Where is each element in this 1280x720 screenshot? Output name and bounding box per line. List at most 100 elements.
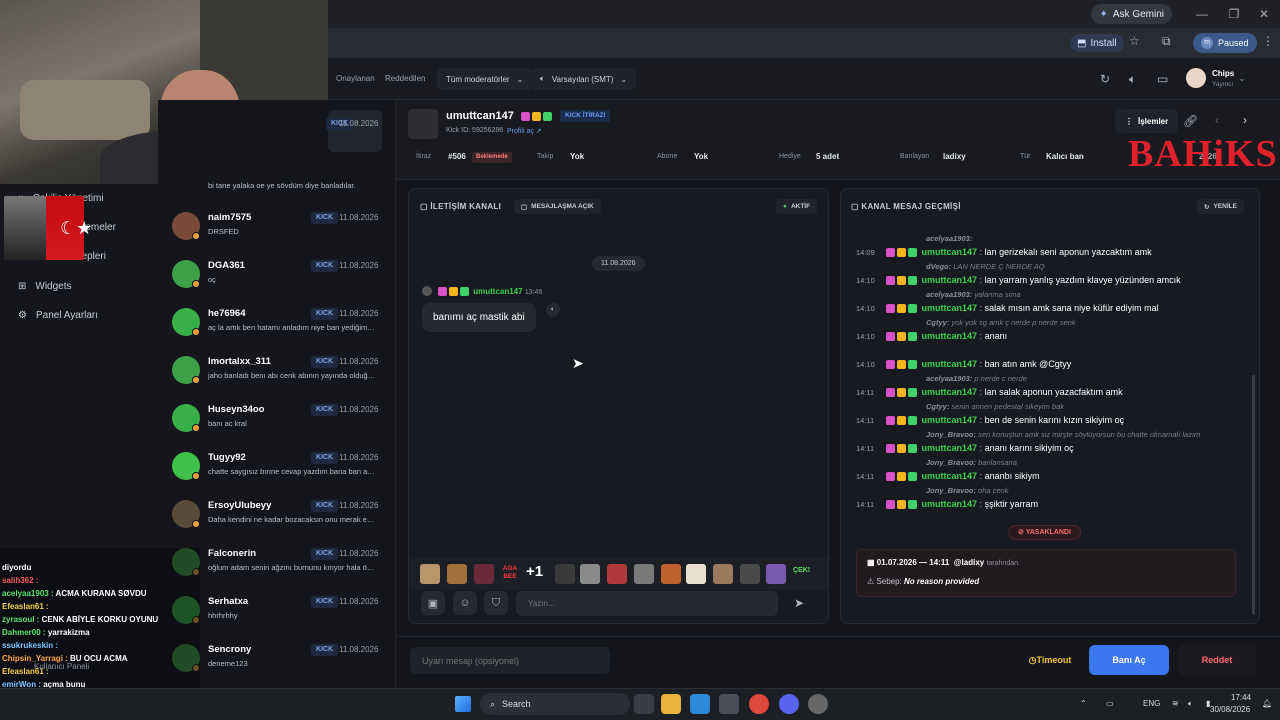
bookmark-star-icon[interactable]: ☆ — [1129, 34, 1140, 48]
meta-label-appeal: İtiraz — [416, 153, 432, 160]
unban-button[interactable]: Banı Aç — [1089, 645, 1169, 675]
windows-start-icon[interactable] — [455, 696, 471, 712]
file-explorer-icon[interactable] — [661, 694, 681, 714]
emote-icon[interactable] — [580, 564, 600, 584]
gift-icon — [908, 444, 917, 454]
emote-icon[interactable] — [474, 564, 494, 584]
conversation-item[interactable]: Serhatxa KICK 11.08.2026 hhrhrhhy — [172, 596, 382, 640]
conversation-selected[interactable] — [328, 110, 382, 152]
volume-icon[interactable]: 🔈︎ — [1129, 72, 1136, 87]
emote-icon[interactable] — [740, 564, 760, 584]
emote-icon[interactable] — [555, 564, 575, 584]
emote-icon[interactable] — [607, 564, 627, 584]
conversation-item[interactable]: naim7575 KICK 11.08.2026 DRSFED — [172, 212, 382, 256]
meta-value-banned-by: ladixy — [943, 152, 966, 161]
kebab-menu-icon[interactable]: ⋮ — [1262, 34, 1274, 48]
warning-icon: ⚠ — [867, 577, 877, 586]
notification-bell-icon[interactable]: 🔔︎ — [1262, 699, 1272, 708]
timezone-dropdown[interactable]: 🔈︎ Varsayılan (SMT) ⌄ — [531, 68, 637, 90]
badge-icon — [886, 444, 895, 454]
image-icon: ▣ — [427, 597, 439, 610]
active-label: AKTİF — [790, 203, 811, 210]
user-panel-label: Kullanıcı Paneli — [34, 662, 90, 671]
sidebar-item-widgets[interactable]: ⊞ Widgets — [18, 281, 72, 292]
user-avatar[interactable] — [1186, 68, 1206, 88]
status-dot — [192, 424, 200, 432]
link-icon[interactable]: 🔗︎ — [1183, 114, 1198, 128]
conversation-item[interactable]: Imortalxx_311 KICK 11.08.2026 jaho banladı … — [172, 356, 382, 400]
task-view-icon[interactable] — [634, 694, 654, 714]
conversation-item[interactable]: Falconerin KICK 11.08.2026 oğlum adam senin… — [172, 548, 382, 592]
status-dot-icon: ● — [783, 203, 787, 210]
warning-message-input[interactable] — [410, 647, 610, 674]
emote-icon[interactable] — [447, 564, 467, 584]
store-icon[interactable] — [719, 694, 739, 714]
tab-approved[interactable]: Onaylanan — [336, 74, 375, 83]
language-indicator[interactable]: ENG — [1143, 699, 1160, 708]
app-icon[interactable] — [808, 694, 828, 714]
emote-icon[interactable] — [420, 564, 440, 584]
maximize-icon[interactable]: ❐ — [1226, 6, 1242, 22]
refresh-button[interactable]: ↻ YENİLE — [1197, 199, 1244, 214]
history-context-line: Cgtyy: senin annen pedestal sikeyim bak — [896, 401, 1280, 411]
discord-icon[interactable] — [779, 694, 799, 714]
conversation-item[interactable]: he76964 KICK 11.08.2026 aç la artık ben hat… — [172, 308, 382, 352]
ask-gemini-button[interactable]: ✦ Ask Gemini — [1091, 4, 1172, 24]
conversation-message-preview: oç — [208, 275, 216, 284]
chevron-up-icon[interactable]: ⌃ — [1080, 699, 1087, 708]
emote-icon[interactable] — [766, 564, 786, 584]
crown-icon — [897, 332, 906, 342]
gift-icon — [908, 276, 917, 286]
emote-icon[interactable] — [686, 564, 706, 584]
chat-icon[interactable]: ▭ — [1157, 72, 1168, 86]
chevron-down-icon[interactable]: ⌄ — [1238, 73, 1246, 84]
cek-emote[interactable]: ÇEK! — [793, 567, 810, 574]
context-message: LAN NERDE Ç NERDE AQ — [953, 262, 1045, 271]
conversation-item[interactable]: DGA361 KICK 11.08.2026 oç — [172, 260, 382, 304]
chrome-icon[interactable] — [749, 694, 769, 714]
wifi-icon[interactable]: ≋ — [1172, 699, 1179, 708]
chevron-right-icon[interactable]: › — [1243, 113, 1247, 127]
image-upload-button[interactable]: ▣ — [421, 591, 445, 615]
history-message: ananı karını sikiyim oç — [984, 443, 1074, 453]
install-button[interactable]: ⬒ Install — [1070, 34, 1124, 52]
actions-menu-button[interactable]: ⋮ İşlemler — [1115, 109, 1179, 133]
speaker-icon[interactable]: 🔈︎ — [546, 303, 560, 317]
edge-icon[interactable] — [690, 694, 710, 714]
message-author: umuttcan147 13:46 — [438, 287, 542, 297]
timeout-button[interactable]: ◷ Timeout — [1022, 645, 1078, 675]
history-scrollbar[interactable] — [1252, 375, 1255, 615]
tab-rejected[interactable]: Reddedilen — [385, 74, 425, 83]
conversation-item[interactable]: Sencrony KICK 11.08.2026 deneme123 — [172, 644, 382, 688]
emote-icon[interactable] — [713, 564, 733, 584]
reject-button[interactable]: Reddet — [1178, 645, 1256, 675]
stream-chat-user: ssukrukeskin : — [2, 641, 59, 650]
hammer-emote-icon[interactable] — [634, 564, 654, 584]
conversation-message-preview: bi tane yalaka oe ye sövdüm diye banladı… — [208, 181, 356, 190]
conversation-item[interactable]: Huseyn34oo KICK 11.08.2026 banı ac kral — [172, 404, 382, 448]
taskbar-search[interactable]: ⌕ Search — [480, 693, 630, 715]
refresh-icon[interactable]: ↻ — [1100, 72, 1110, 86]
message-input[interactable] — [516, 591, 778, 616]
chevron-left-icon[interactable]: ‹ — [1215, 113, 1219, 127]
profile-link[interactable]: Profili aç ↗ — [507, 127, 542, 135]
meta-label-sub: Abone — [657, 153, 678, 160]
aga-bee-emote[interactable]: AGA BEE — [500, 565, 520, 581]
sidebar-item-panel-settings[interactable]: ⚙ Panel Ayarları — [18, 310, 98, 321]
minimize-icon[interactable]: — — [1194, 6, 1210, 22]
send-icon[interactable]: ➤ — [794, 596, 804, 610]
timeout-label: Timeout — [1036, 655, 1072, 665]
crescent-star-icon: ☾★ — [60, 218, 93, 238]
emote-icon[interactable] — [661, 564, 681, 584]
emoji-button[interactable]: ☺ — [453, 591, 477, 615]
profile-paused-button[interactable]: m Paused — [1193, 33, 1257, 53]
plus-one-emote[interactable]: +1 — [526, 563, 543, 580]
shield-button[interactable]: ⛉ — [484, 591, 508, 615]
moderators-dropdown[interactable]: Tüm moderatörler ⌄ — [437, 68, 533, 90]
app-tray-icon[interactable]: ▭ — [1106, 699, 1114, 708]
close-icon[interactable]: ✕ — [1256, 6, 1272, 22]
volume-icon[interactable]: 🔈︎ — [1188, 699, 1193, 709]
conversation-item[interactable]: Tugyy92 KICK 11.08.2026 chatte saygısız bır… — [172, 452, 382, 496]
extensions-icon[interactable]: ⧉ — [1162, 34, 1171, 49]
conversation-item[interactable]: ErsoyUlubeyy KICK 11.08.2026 Daha kendini n… — [172, 500, 382, 544]
